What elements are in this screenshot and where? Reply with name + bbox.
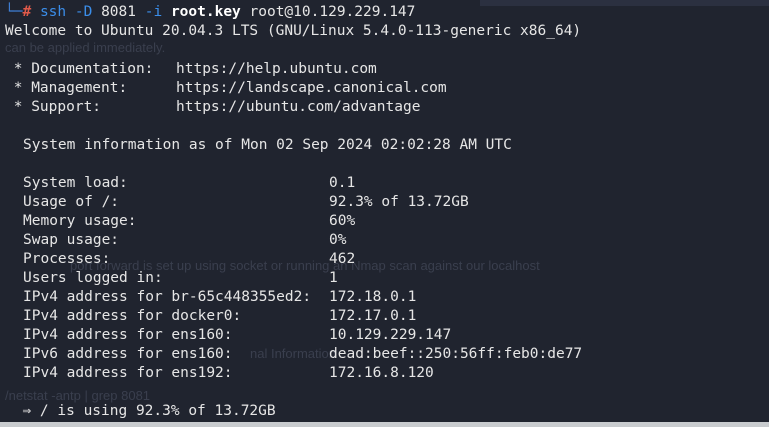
command-flag-i: -i [144,4,163,20]
management-link[interactable]: https://landscape.canonical.com [176,79,447,98]
stat-value: 1 [329,270,338,286]
sysinfo-header: System information as of Mon 02 Sep 2024… [23,137,512,153]
stat-label: IPv4 address for ens160: [23,327,233,343]
prompt-hash: # [22,4,32,20]
support-link[interactable]: https://ubuntu.com/advantage [176,98,420,117]
disk-warning: ⇒ / is using 92.3% of 13.72GB [5,403,276,419]
stat-label: Processes: [23,251,111,267]
ghost-text-3: /netstat -antp | grep 8081 [5,388,151,403]
support-label: * Support: [5,99,102,115]
stat-value: 10.129.229.147 [329,327,452,343]
command-name: ssh [39,4,67,20]
stat-value: 172.17.0.1 [329,308,417,324]
ghost-text-1: can be applied immediately. [5,40,166,55]
stat-value: 172.18.0.1 [329,289,417,305]
ghost-text-4: nal Information [250,346,336,361]
background-window-edge [480,0,769,6]
stat-label: Users logged in: [23,270,163,286]
stat-value: 0% [329,232,347,248]
welcome-line: Welcome to Ubuntu 20.04.3 LTS (GNU/Linux… [5,23,582,39]
prompt-line: └─# ssh -D 8081 -i root.key root@10.129.… [5,3,415,22]
command-flag-d: -D [74,4,93,20]
stat-label: IPv4 address for ens192: [23,365,233,381]
terminal-window[interactable]: can be applied immediately. port forward… [0,0,769,427]
stat-value: dead:beef::250:56ff:feb0:de77 [329,346,583,362]
stat-label: IPv4 address for docker0: [23,308,242,324]
doc-label: * Documentation: [5,61,154,77]
stat-value: 92.3% of 13.72GB [329,194,469,210]
status-bar [0,422,769,427]
stat-label: System load: [23,175,128,191]
command-port: 8081 [101,4,136,20]
stat-label: Memory usage: [23,213,137,229]
doc-link[interactable]: https://help.ubuntu.com [176,60,377,79]
stat-label: Usage of /: [23,194,120,210]
stat-label: IPv6 address for ens160: [23,346,233,362]
command-target: root@10.129.229.147 [249,4,416,20]
stat-value: 60% [329,213,356,229]
stat-value: 462 [329,251,356,267]
command-keyfile: root.key [170,4,241,20]
stat-value: 172.16.8.120 [329,365,434,381]
stat-label: IPv4 address for br-65c448355ed2: [23,289,312,305]
stat-value: 0.1 [329,175,356,191]
stat-label: Swap usage: [23,232,120,248]
management-label: * Management: [5,80,128,96]
prompt-corner-glyph: └─ [5,4,23,20]
